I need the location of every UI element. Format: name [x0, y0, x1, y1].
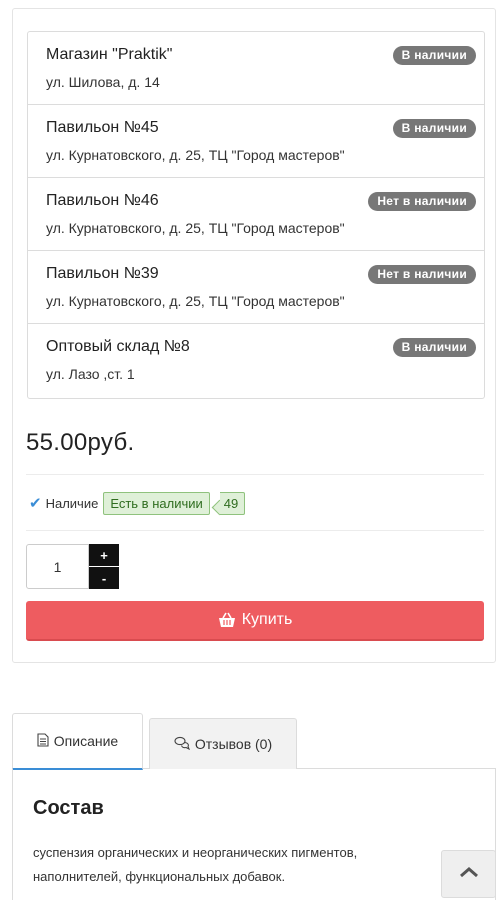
availability-count: 49 [219, 491, 246, 515]
availability-label: Наличие [45, 495, 99, 511]
store-address: ул. Лазо ,ст. 1 [46, 366, 135, 382]
store-name: Павильон №46 [46, 192, 159, 209]
store-item: Павильон №45 ул. Курнатовского, д. 25, Т… [28, 105, 484, 178]
decrement-button[interactable]: - [89, 567, 119, 589]
divider [26, 530, 484, 531]
availability-count-wrap: 49 [219, 491, 246, 515]
check-icon: ✔ [29, 495, 42, 512]
store-name: Павильон №39 [46, 265, 159, 282]
basket-icon [218, 612, 236, 628]
store-name: Оптовый склад №8 [46, 338, 190, 355]
store-item: Магазин "Praktik" ул. Шилова, д. 14 В на… [28, 32, 484, 105]
status-badge: Нет в наличии [368, 265, 476, 284]
store-name: Павильон №45 [46, 119, 159, 136]
tab-reviews-label: Отзывов (0) [194, 736, 273, 752]
chevron-up-icon [459, 865, 479, 883]
store-address: ул. Курнатовского, д. 25, ТЦ "Город маст… [46, 220, 345, 236]
tab-description-label: Описание [53, 733, 119, 749]
status-badge: В наличии [392, 119, 476, 138]
quantity-input[interactable]: 1 [26, 544, 89, 589]
document-icon [37, 732, 54, 750]
availability-row: ✔ Наличие Есть в наличии 49 [29, 490, 246, 516]
increment-button[interactable]: + [89, 544, 119, 566]
product-card: Магазин "Praktik" ул. Шилова, д. 14 В на… [12, 8, 496, 663]
store-address: ул. Шилова, д. 14 [46, 74, 160, 90]
tab-description[interactable]: Описание [12, 713, 143, 770]
scroll-top-button[interactable] [441, 850, 496, 898]
store-list: Магазин "Praktik" ул. Шилова, д. 14 В на… [27, 31, 485, 399]
availability-status: Есть в наличии [103, 491, 210, 515]
quantity-stepper: + - [89, 544, 119, 589]
description-panel: Состав суспензия органических и неоргани… [12, 769, 496, 900]
store-address: ул. Курнатовского, д. 25, ТЦ "Город маст… [46, 147, 345, 163]
buy-button[interactable]: Купить [26, 601, 484, 641]
description-title: Состав [33, 797, 104, 819]
tab-reviews[interactable]: Отзывов (0) [149, 718, 297, 769]
store-item: Оптовый склад №8 ул. Лазо ,ст. 1 В налич… [28, 324, 484, 398]
store-address: ул. Курнатовского, д. 25, ТЦ "Город маст… [46, 293, 345, 309]
buy-label: Купить [241, 611, 293, 628]
status-badge: В наличии [392, 46, 476, 65]
status-badge: Нет в наличии [368, 192, 476, 211]
description-text: суспензия органических и неорганических … [33, 845, 358, 884]
status-badge: В наличии [392, 338, 476, 357]
store-item: Павильон №39 ул. Курнатовского, д. 25, Т… [28, 251, 484, 324]
store-name: Магазин "Praktik" [46, 46, 173, 63]
product-price: 55.00руб. [26, 429, 135, 456]
store-item: Павильон №46 ул. Курнатовского, д. 25, Т… [28, 178, 484, 251]
divider [26, 474, 484, 475]
comments-icon [174, 736, 195, 753]
